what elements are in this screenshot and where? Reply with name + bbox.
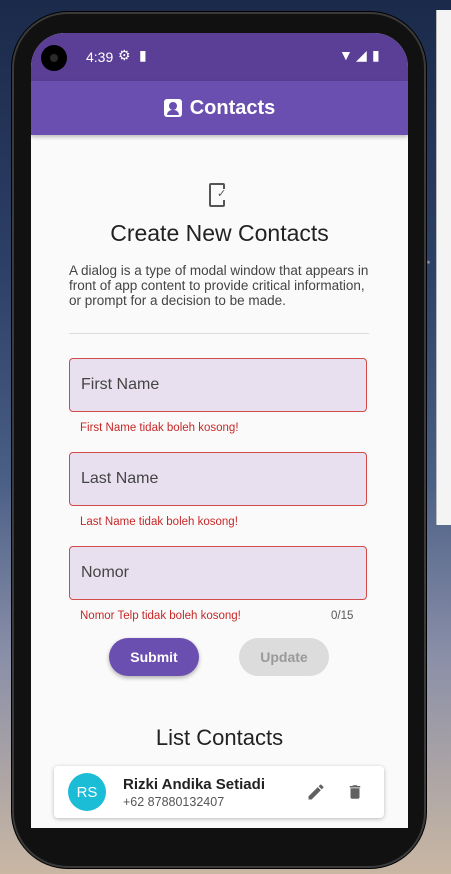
background-window [436,10,451,525]
last-name-error: Last Name tidak boleh kosong! [80,516,238,528]
app-bar: Contacts [31,81,408,135]
first-name-placeholder: First Name [81,376,160,393]
battery-icon: ▮ [372,47,380,63]
phone-check-icon [209,183,227,207]
contact-name: Rizki Andika Setiadi [123,776,265,793]
list-heading: List Contacts [155,725,284,750]
status-time: 4:39 [86,49,114,65]
divider [69,333,369,334]
status-bar: 4:39 ⚙ ▮ ▼ ◢ ▮ [31,33,408,81]
contact-phone: +62 87880132407 [123,795,225,809]
signal-icon: ◢ [356,47,367,63]
edit-icon[interactable] [306,782,326,802]
wifi-icon: ▼ [339,47,353,63]
update-button[interactable]: Update [239,638,329,676]
contact-icon [163,99,182,117]
sd-card-icon: ▮ [139,47,147,63]
delete-icon[interactable] [346,782,364,802]
app-title: Contacts [189,96,276,119]
settings-icon: ⚙ [118,47,131,63]
contact-card[interactable]: RS Rizki Andika Setiadi +62 87880132407 [54,766,384,818]
nomor-error: Nomor Telp tidak boleh kosong! [80,610,241,622]
last-name-field[interactable]: Last Name [69,452,367,506]
nomor-placeholder: Nomor [81,564,130,581]
form-description: A dialog is a type of modal window that … [69,263,369,308]
first-name-field[interactable]: First Name [69,358,367,412]
form-heading: Create New Contacts [110,220,329,246]
nomor-field[interactable]: Nomor [69,546,367,600]
first-name-error: First Name tidak boleh kosong! [80,422,239,434]
camera-icon [41,45,67,71]
nomor-counter: 0/15 [331,610,354,622]
avatar: RS [68,773,106,811]
last-name-placeholder: Last Name [81,470,159,487]
phone-screen: 4:39 ⚙ ▮ ▼ ◢ ▮ Contacts Create New Conta… [31,33,408,828]
submit-button[interactable]: Submit [109,638,199,676]
